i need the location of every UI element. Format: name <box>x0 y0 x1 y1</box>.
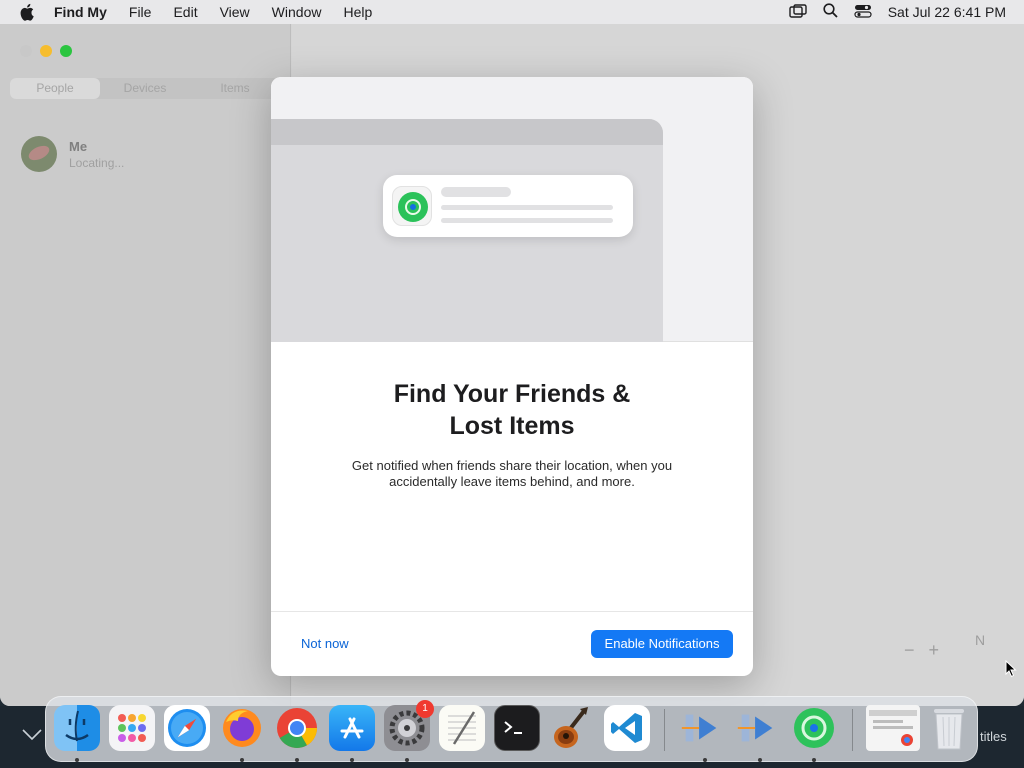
close-button[interactable] <box>20 45 32 57</box>
dialog-illustration <box>271 77 753 342</box>
chrome-window-icon[interactable] <box>866 705 920 751</box>
garageband-icon[interactable] <box>549 705 595 751</box>
notifications-dialog: Find Your Friends & Lost Items Get notif… <box>271 77 753 676</box>
zoom-out-button[interactable]: − <box>904 640 915 661</box>
menu-app-name[interactable]: Find My <box>54 4 107 20</box>
compass[interactable]: N <box>960 620 1000 660</box>
sidebar-tabs: People Devices Items <box>10 78 280 99</box>
tab-people[interactable]: People <box>10 78 100 99</box>
dock: 1 <box>45 696 978 762</box>
zoom-in-button[interactable]: + <box>929 640 940 661</box>
system-settings-icon[interactable]: 1 <box>384 700 434 751</box>
avatar <box>21 136 57 172</box>
background-window-text: titles <box>980 729 1007 744</box>
enable-notifications-button[interactable]: Enable Notifications <box>591 630 733 658</box>
menu-window[interactable]: Window <box>272 4 322 20</box>
menubar-clock[interactable]: Sat Jul 22 6:41 PM <box>888 4 1006 20</box>
find-my-app-icon <box>392 186 432 226</box>
sidebar: People Devices Items Me Locating... <box>0 24 291 706</box>
migration-assistant-icon[interactable] <box>678 705 724 751</box>
minimize-button[interactable] <box>40 45 52 57</box>
screen-mirroring-icon[interactable] <box>789 3 807 21</box>
finder-icon[interactable] <box>54 705 100 751</box>
dialog-description: Get notified when friends share their lo… <box>351 458 673 489</box>
apple-menu-icon[interactable] <box>18 3 38 21</box>
illustration-notification <box>383 175 633 237</box>
menu-bar: Find My File Edit View Window Help Sat J… <box>0 0 1024 24</box>
compass-label: N <box>974 632 986 648</box>
control-center-icon[interactable] <box>854 4 872 21</box>
chrome-icon[interactable] <box>274 705 320 751</box>
firefox-icon[interactable] <box>219 705 265 751</box>
zoom-button[interactable] <box>60 45 72 57</box>
not-now-button[interactable]: Not now <box>301 636 349 651</box>
menu-edit[interactable]: Edit <box>173 4 197 20</box>
menu-view[interactable]: View <box>220 4 250 20</box>
tab-devices[interactable]: Devices <box>100 78 190 99</box>
tab-items[interactable]: Items <box>190 78 280 99</box>
vscode-icon[interactable] <box>604 705 650 751</box>
menu-help[interactable]: Help <box>343 4 372 20</box>
terminal-icon[interactable] <box>494 705 540 751</box>
trash-icon[interactable] <box>926 705 972 751</box>
window-controls <box>20 45 72 57</box>
safari-icon[interactable] <box>164 705 210 751</box>
dialog-title: Find Your Friends & Lost Items <box>271 378 753 442</box>
mouse-cursor-icon <box>1005 659 1017 683</box>
chevron-down-icon[interactable] <box>22 728 42 746</box>
dialog-title-line1: Find Your Friends & <box>393 380 631 408</box>
migration-assistant-icon-2[interactable] <box>734 705 780 751</box>
dialog-footer: Not now Enable Notifications <box>271 611 753 676</box>
app-store-icon[interactable] <box>329 705 375 751</box>
dialog-title-line2: Lost Items <box>449 412 575 440</box>
menu-file[interactable]: File <box>129 4 152 20</box>
person-status: Locating... <box>69 155 125 170</box>
textedit-icon[interactable] <box>439 705 485 751</box>
launchpad-icon[interactable] <box>109 705 155 751</box>
map-zoom-controls: − + <box>904 640 939 661</box>
list-item-me[interactable]: Me Locating... <box>21 136 124 172</box>
person-name: Me <box>69 138 88 154</box>
find-my-icon[interactable] <box>791 705 837 751</box>
spotlight-search-icon[interactable] <box>823 3 838 21</box>
notification-badge: 1 <box>416 700 434 718</box>
